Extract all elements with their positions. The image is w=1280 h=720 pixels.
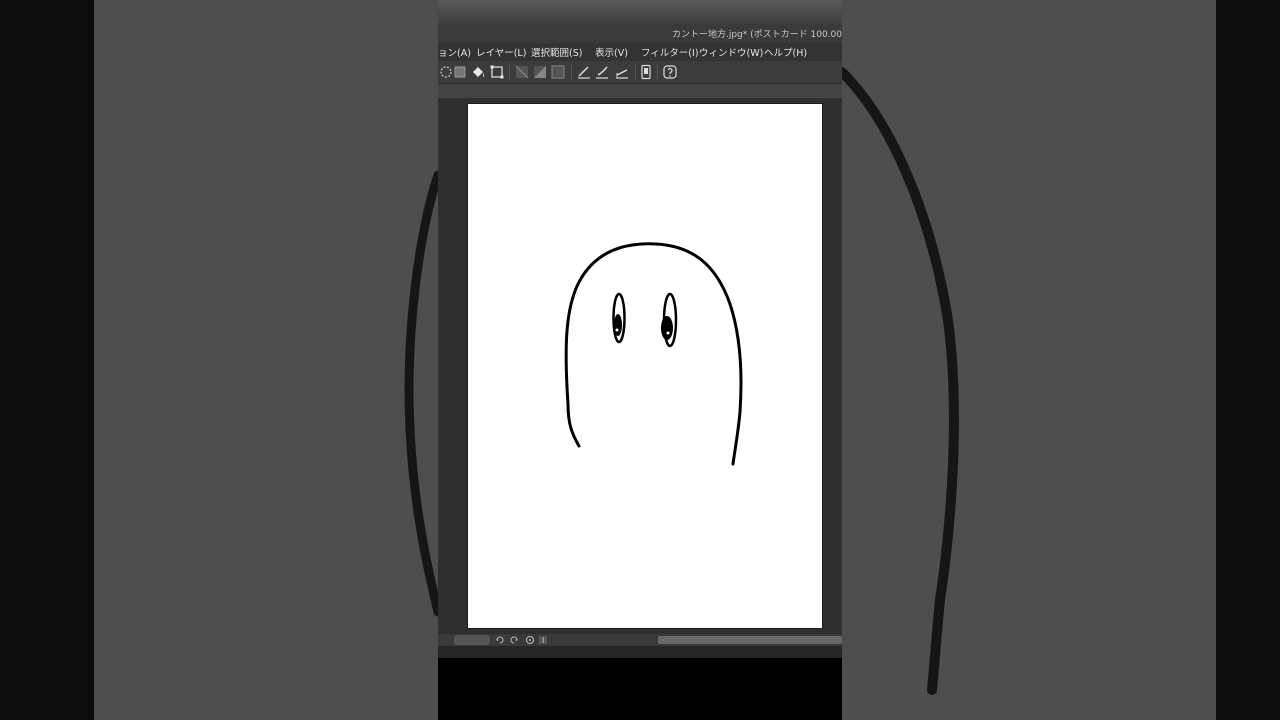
ghost-drawing bbox=[564, 242, 743, 466]
bottom-area bbox=[438, 658, 842, 720]
app-window: カントー地方.jpg* (ポストカード 100.00 ョン(A) レイヤー(L)… bbox=[438, 0, 842, 720]
rotate-right-icon[interactable] bbox=[509, 635, 519, 645]
drawing-canvas[interactable] bbox=[468, 104, 822, 628]
snap-grid-icon[interactable] bbox=[550, 64, 566, 80]
select-all-icon[interactable] bbox=[452, 64, 468, 80]
navigator-status-bar bbox=[438, 634, 842, 646]
title-bar: カントー地方.jpg* (ポストカード 100.00 bbox=[438, 24, 842, 43]
menu-window[interactable]: ウィンドウ(W) bbox=[699, 45, 763, 59]
toolbar-separator bbox=[571, 64, 572, 80]
reset-rotation-icon[interactable] bbox=[525, 635, 535, 645]
pen-correction-icon[interactable] bbox=[576, 64, 592, 80]
menu-layer[interactable]: レイヤー(L) bbox=[476, 45, 526, 59]
ruler-line-icon[interactable] bbox=[614, 64, 630, 80]
snap-ruler-icon[interactable] bbox=[514, 64, 530, 80]
horizontal-scrollbar[interactable] bbox=[658, 636, 842, 644]
menu-selection[interactable]: 選択範囲(S) bbox=[531, 45, 582, 59]
menu-help[interactable]: ヘルプ(H) bbox=[764, 45, 807, 59]
menu-filter[interactable]: フィルター(I) bbox=[641, 45, 699, 59]
brush-correction-icon[interactable] bbox=[594, 64, 610, 80]
top-strip bbox=[438, 0, 842, 24]
help-icon[interactable] bbox=[662, 64, 678, 80]
snap-special-ruler-icon[interactable] bbox=[532, 64, 548, 80]
menu-view[interactable]: 表示(V) bbox=[595, 45, 628, 59]
toolbar-separator bbox=[657, 64, 658, 80]
rotate-left-icon[interactable] bbox=[495, 635, 505, 645]
menu-bar: ョン(A) レイヤー(L) 選択範囲(S) 表示(V) フィルター(I) ウィン… bbox=[438, 43, 842, 61]
device-icon[interactable] bbox=[638, 64, 654, 80]
menu-animation[interactable]: ョン(A) bbox=[438, 45, 471, 59]
toolbar-separator bbox=[635, 64, 636, 80]
canvas-area[interactable] bbox=[438, 84, 842, 634]
fill-icon[interactable] bbox=[470, 64, 486, 80]
left-eye bbox=[612, 292, 626, 344]
lower-panel-strip bbox=[438, 646, 842, 658]
flip-icon[interactable] bbox=[538, 635, 548, 645]
canvas-header-band bbox=[438, 84, 842, 98]
window-title: カントー地方.jpg* (ポストカード 100.00 bbox=[671, 30, 842, 40]
command-bar bbox=[438, 61, 842, 84]
right-eye bbox=[661, 292, 678, 348]
toolbar-separator bbox=[509, 64, 510, 80]
zoom-slider[interactable] bbox=[454, 635, 490, 645]
transform-icon[interactable] bbox=[489, 64, 505, 80]
